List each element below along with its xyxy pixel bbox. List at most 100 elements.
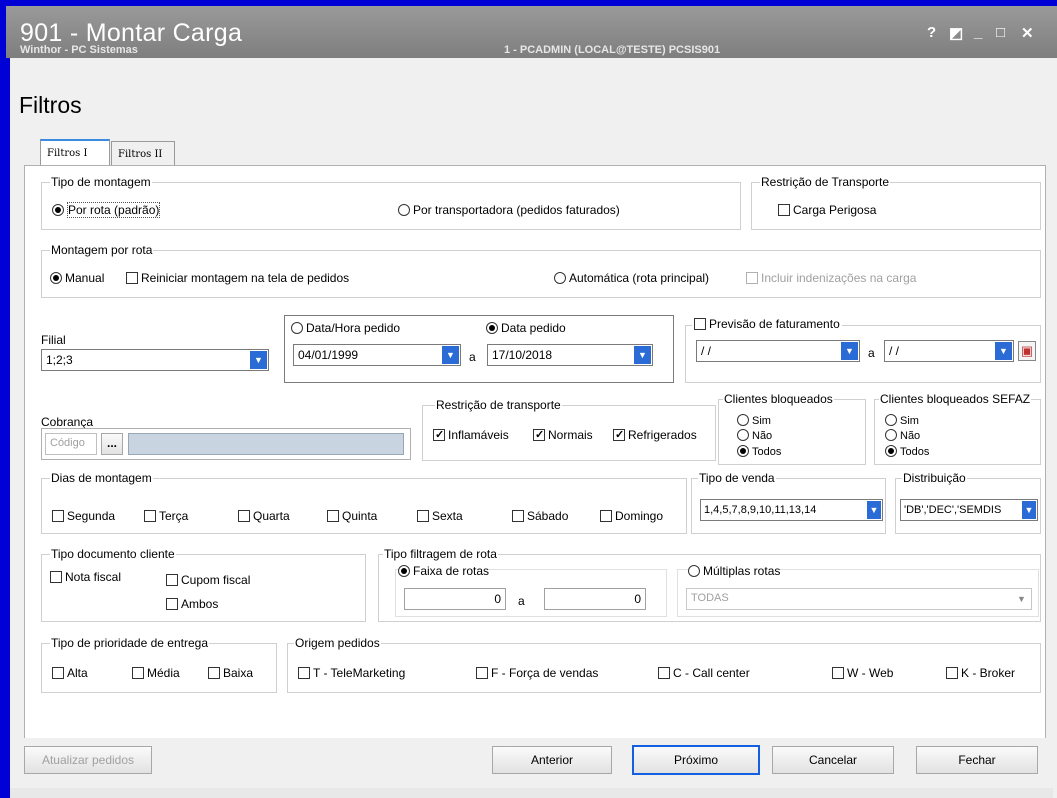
fechar-button[interactable]: Fechar [916,746,1038,774]
manual-radio[interactable] [50,272,62,284]
data-hora-pedido-option[interactable]: Data/Hora pedido [291,321,400,335]
telemarketing-option[interactable]: T - TeleMarketing [298,666,405,680]
forca-vendas-checkbox[interactable] [476,667,488,679]
faixa-rotas-option[interactable]: Faixa de rotas [398,564,490,578]
chevron-down-icon[interactable]: ▼ [841,342,858,360]
manual-option[interactable]: Manual [50,271,104,285]
multiplas-rotas-radio[interactable] [688,565,700,577]
data-pedido-radio[interactable] [486,322,498,334]
por-transportadora-radio[interactable] [398,204,410,216]
dia-segunda-option[interactable]: Segunda [52,509,115,523]
call-center-option[interactable]: C - Call center [658,666,750,680]
normais-option[interactable]: Normais [533,428,593,442]
sefaz-todos-radio[interactable] [885,445,897,457]
cb-nao-option[interactable]: Não [737,429,772,442]
alta-option[interactable]: Alta [52,666,88,680]
chevron-down-icon[interactable]: ▼ [995,342,1012,360]
nota-fiscal-option[interactable]: Nota fiscal [50,570,121,584]
data-hora-pedido-radio[interactable] [291,322,303,334]
cobranca-code-input[interactable]: Código [45,433,97,455]
maximize-icon[interactable]: □ [996,24,1005,41]
reiniciar-option[interactable]: Reiniciar montagem na tela de pedidos [126,271,349,285]
dia-sexta-option[interactable]: Sexta [417,509,463,523]
web-option[interactable]: W - Web [832,666,893,680]
previsao-inicio-field[interactable]: / / ▼ [696,340,860,362]
inflamaveis-checkbox[interactable] [433,429,445,441]
distribuicao-select[interactable]: 'DB','DEC','SEMDIS ▼ [900,499,1038,521]
refrigerados-option[interactable]: Refrigerados [613,428,697,442]
dia-quinta-option[interactable]: Quinta [327,509,377,523]
cb-sim-radio[interactable] [737,414,749,426]
ambos-option[interactable]: Ambos [166,597,218,611]
chevron-down-icon[interactable]: ▼ [442,346,459,364]
sefaz-todos-option[interactable]: Todos [885,445,929,458]
sefaz-nao-option[interactable]: Não [885,429,920,442]
inflamaveis-option[interactable]: Inflamáveis [433,428,509,442]
call-center-checkbox[interactable] [658,667,670,679]
cupom-fiscal-option[interactable]: Cupom fiscal [166,573,250,587]
tab-filtros-2[interactable]: Filtros II [111,141,175,165]
previsao-checkbox[interactable] [694,318,706,330]
normais-checkbox[interactable] [533,429,545,441]
nota-fiscal-checkbox[interactable] [50,571,62,583]
sefaz-sim-option[interactable]: Sim [885,414,919,427]
restore-icon[interactable]: ◩ [949,24,963,42]
baixa-option[interactable]: Baixa [208,666,253,680]
close-icon[interactable]: ✕ [1021,24,1034,42]
data-inicio-field[interactable]: 04/01/1999 ▼ [293,344,461,366]
faixa-rotas-radio[interactable] [398,565,410,577]
forca-vendas-option[interactable]: F - Força de vendas [476,666,598,680]
por-transportadora-option[interactable]: Por transportadora (pedidos faturados) [398,203,620,217]
alta-checkbox[interactable] [52,667,64,679]
cb-nao-radio[interactable] [737,429,749,441]
chevron-down-icon[interactable]: ▼ [867,501,881,519]
telemarketing-checkbox[interactable] [298,667,310,679]
previsao-fim-field[interactable]: / / ▼ [884,340,1014,362]
dia-terca-checkbox[interactable] [144,510,156,522]
media-option[interactable]: Média [132,666,180,680]
rota-inicio-input[interactable]: 0 [404,588,506,610]
calendar-icon[interactable]: ▣ [1018,341,1036,361]
data-pedido-option[interactable]: Data pedido [486,321,566,335]
refrigerados-checkbox[interactable] [613,429,625,441]
help-icon[interactable]: ? [927,24,936,41]
por-rota-option[interactable]: Por rota (padrão) [52,202,161,218]
cobranca-search-button[interactable]: ... [101,433,123,455]
rota-fim-input[interactable]: 0 [544,588,646,610]
broker-checkbox[interactable] [946,667,958,679]
multiplas-rotas-option[interactable]: Múltiplas rotas [688,564,781,578]
tab-filtros-1[interactable]: Filtros I [40,139,110,166]
dia-quinta-checkbox[interactable] [327,510,339,522]
minimize-icon[interactable]: _ [974,24,982,41]
chevron-down-icon[interactable]: ▼ [1022,501,1036,519]
cb-sim-option[interactable]: Sim [737,414,771,427]
dia-sexta-checkbox[interactable] [417,510,429,522]
chevron-down-icon[interactable]: ▼ [250,351,267,369]
dia-domingo-option[interactable]: Domingo [600,509,663,523]
data-fim-field[interactable]: 17/10/2018 ▼ [487,344,653,366]
dia-quarta-checkbox[interactable] [238,510,250,522]
chevron-down-icon[interactable]: ▼ [634,346,651,364]
cb-todos-option[interactable]: Todos [737,445,781,458]
web-checkbox[interactable] [832,667,844,679]
cb-todos-radio[interactable] [737,445,749,457]
dia-sabado-checkbox[interactable] [512,510,524,522]
dia-quarta-option[interactable]: Quarta [238,509,290,523]
reiniciar-checkbox[interactable] [126,272,138,284]
por-rota-radio[interactable] [52,204,64,216]
automatica-radio[interactable] [554,272,566,284]
sefaz-sim-radio[interactable] [885,414,897,426]
dia-segunda-checkbox[interactable] [52,510,64,522]
automatica-option[interactable]: Automática (rota principal) [554,271,709,285]
proximo-button[interactable]: Próximo [632,745,760,775]
broker-option[interactable]: K - Broker [946,666,1015,680]
dia-domingo-checkbox[interactable] [600,510,612,522]
dia-terca-option[interactable]: Terça [144,509,188,523]
carga-perigosa-checkbox[interactable] [778,204,790,216]
sefaz-nao-radio[interactable] [885,429,897,441]
tipo-venda-select[interactable]: 1,4,5,7,8,9,10,11,13,14 ▼ [700,499,883,521]
dia-sabado-option[interactable]: Sábado [512,509,568,523]
previsao-option[interactable]: Previsão de faturamento [692,317,842,331]
carga-perigosa-option[interactable]: Carga Perigosa [778,203,876,217]
baixa-checkbox[interactable] [208,667,220,679]
